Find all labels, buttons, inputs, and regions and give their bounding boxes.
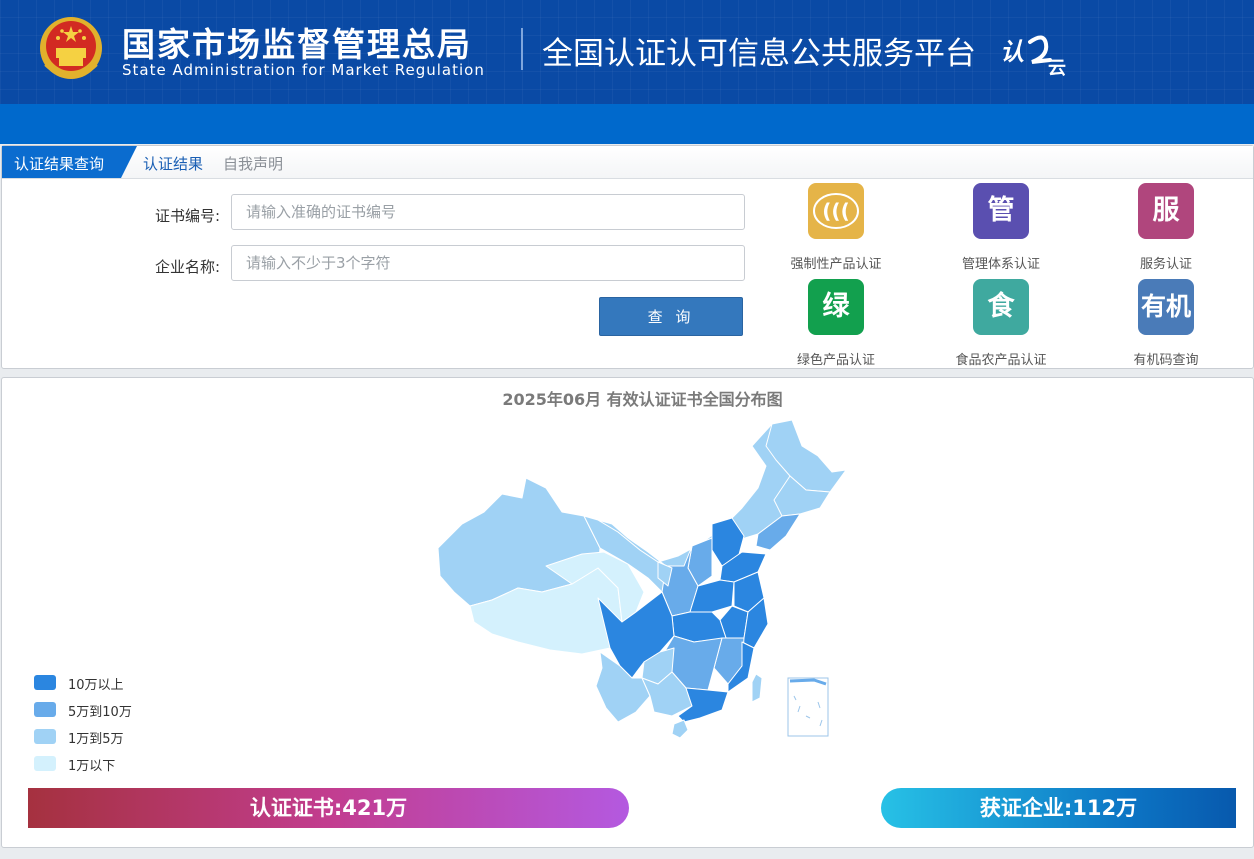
ccc-icon: ((( [808, 183, 864, 239]
legend-swatch [34, 702, 56, 717]
svg-text:(((: ((( [822, 199, 849, 223]
food-icon: 食 [973, 279, 1029, 335]
legend-label: 1万到5万 [68, 732, 124, 747]
service-service[interactable]: 服 服务认证 [1096, 183, 1236, 272]
org-name-en: State Administration for Market Regulati… [122, 61, 485, 79]
org-name-cn: 国家市场监督管理总局 [122, 25, 472, 64]
header-divider [521, 28, 523, 70]
svg-text:云: 云 [1048, 58, 1066, 78]
companies-stat-banner: 获证企业:112万 [881, 788, 1236, 828]
green-icon: 绿 [808, 279, 864, 335]
platform-title: 全国认证认可信息公共服务平台 [542, 36, 976, 72]
china-distribution-map[interactable] [422, 416, 862, 746]
service-green[interactable]: 绿 绿色产品认证 [766, 279, 906, 368]
tab-cert-query[interactable]: 认证结果查询 [2, 146, 137, 178]
service-green-label: 绿色产品认证 [796, 353, 875, 368]
tab-bar: 认证结果查询 认证结果 自我声明 [2, 146, 1253, 179]
organic-icon: 有机 [1138, 279, 1194, 335]
south-china-sea-inset [787, 677, 829, 737]
legend-label: 10万以上 [68, 678, 124, 693]
service-food-label: 食品农产品认证 [955, 353, 1047, 368]
management-icon: 管 [973, 183, 1029, 239]
map-title: 2025年06月 有效认证证书全国分布图 [502, 390, 783, 409]
search-panel: 认证结果查询 认证结果 自我声明 证书编号: 企业名称: 查 询 ((( 强制性… [1, 145, 1254, 369]
legend-swatch [34, 756, 56, 771]
nav-bar [0, 104, 1254, 144]
cert-number-input[interactable] [231, 194, 745, 230]
svg-text:认: 认 [1000, 37, 1024, 66]
legend-label: 1万以下 [68, 759, 116, 774]
tab-cert-result[interactable]: 认证结果 [143, 153, 203, 174]
tab-cert-query-label: 认证结果查询 [14, 155, 105, 173]
service-service-label: 服务认证 [1139, 257, 1192, 272]
region-hainan [671, 719, 689, 739]
region-taiwan [751, 673, 763, 703]
tab-self-declaration[interactable]: 自我声明 [223, 153, 283, 174]
service-organic[interactable]: 有机 有机码查询 [1096, 279, 1236, 368]
company-name-label: 企业名称: [154, 258, 220, 276]
service-ccc-label: 强制性产品认证 [790, 257, 882, 272]
legend-label: 5万到10万 [68, 705, 132, 720]
legend-swatch [34, 675, 56, 690]
service-ccc[interactable]: ((( 强制性产品认证 [766, 183, 906, 272]
service-food[interactable]: 食 食品农产品认证 [931, 279, 1071, 368]
company-name-input[interactable] [231, 245, 745, 281]
service-management[interactable]: 管 管理体系认证 [931, 183, 1071, 272]
cert-number-label: 证书编号: [154, 207, 220, 225]
map-panel: 2025年06月 有效认证证书全国分布图 10万以上 5万到10万 1万到5万 … [1, 377, 1254, 848]
service-icon: 服 [1138, 183, 1194, 239]
service-organic-label: 有机码查询 [1133, 353, 1199, 368]
certificates-stat-banner: 认证证书:421万 [28, 788, 629, 828]
site-header: 国家市场监督管理总局 State Administration for Mark… [0, 0, 1254, 104]
national-emblem-icon [40, 17, 102, 79]
service-management-label: 管理体系认证 [961, 257, 1040, 272]
query-button[interactable]: 查 询 [599, 297, 743, 336]
renzheng-yun-logo-icon: 认 云 [1000, 35, 1066, 78]
legend-swatch [34, 729, 56, 744]
